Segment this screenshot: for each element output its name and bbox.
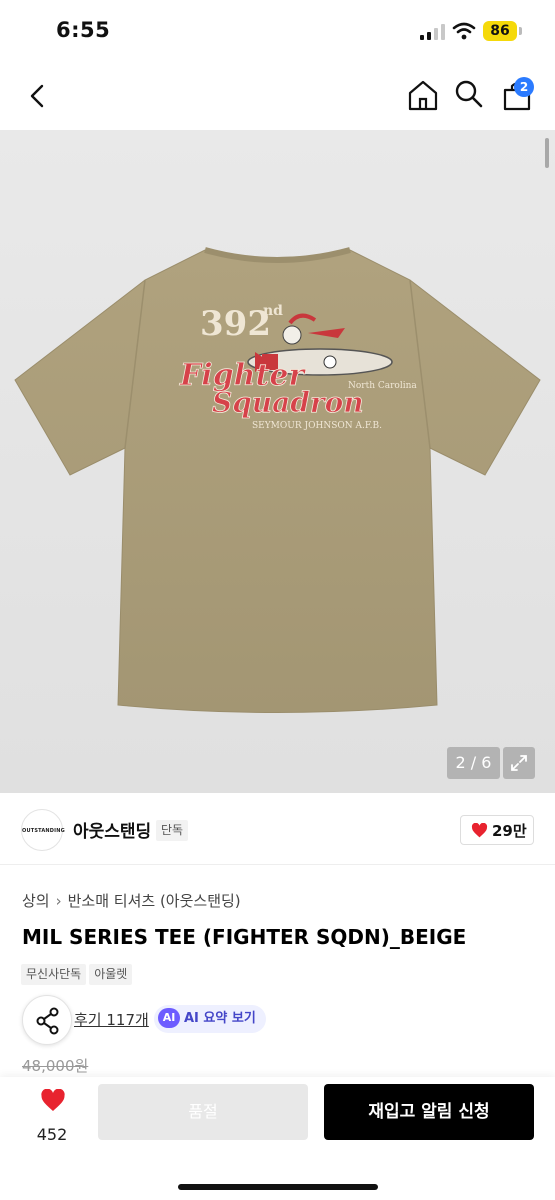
share-icon [36, 1007, 59, 1035]
print-line2: Squadron [212, 386, 364, 419]
brand-like-count: 29만 [492, 822, 527, 840]
tag-exclusive: 무신사단독 [21, 964, 87, 985]
wifi-icon [452, 22, 476, 40]
product-image: 392 nd Fighter Squadron North Carolina S… [14, 247, 541, 713]
original-price: 48,000원 [22, 1057, 89, 1075]
print-base: SEYMOUR JOHNSON A.F.B. [252, 421, 382, 431]
ai-summary-button[interactable]: AI AI 요약 보기 [154, 1005, 266, 1033]
expand-image-button[interactable] [503, 747, 535, 779]
breadcrumb-subcategory[interactable]: 반소매 티셔츠 (아웃스탠딩) [68, 892, 241, 910]
breadcrumb-category[interactable]: 상의 [22, 892, 50, 910]
status-time: 6:55 [56, 18, 111, 42]
wishlist-button[interactable]: 452 [22, 1087, 82, 1147]
home-indicator [178, 1184, 378, 1190]
heart-icon [471, 823, 488, 838]
brand-logo[interactable]: OUTSTANDING [21, 809, 65, 851]
status-bar: 6:55 86 [0, 0, 555, 62]
print-suffix: nd [263, 303, 283, 319]
back-icon[interactable] [22, 80, 52, 112]
signal-icon [420, 24, 445, 40]
wishlist-count: 452 [36, 1125, 68, 1144]
brand-row[interactable]: OUTSTANDING 아웃스탠딩 단독 29만 [0, 793, 555, 865]
home-icon[interactable] [406, 78, 440, 112]
brand-exclusive-tag: 단독 [156, 820, 189, 841]
cart-count-badge: 2 [514, 77, 534, 97]
product-tags: 무신사단독 아울렛 [21, 963, 135, 985]
heart-icon [41, 1089, 65, 1111]
search-icon[interactable] [453, 78, 485, 110]
product-image-gallery[interactable]: 392 nd Fighter Squadron North Carolina S… [0, 130, 555, 793]
expand-icon [511, 755, 527, 771]
ai-badge-icon: AI [158, 1007, 180, 1028]
bottom-action-bar: 452 품절 재입고 알림 신청 [0, 1077, 555, 1200]
ai-summary-label: AI 요약 보기 [184, 1011, 256, 1026]
print-location: North Carolina [348, 381, 417, 391]
soldout-button: 품절 [98, 1084, 308, 1140]
battery-indicator: 86 [483, 21, 517, 41]
share-button[interactable] [22, 995, 72, 1045]
chevron-right-icon: › [55, 892, 62, 910]
brand-like-button[interactable]: 29만 [460, 815, 534, 845]
breadcrumb: 상의 › 반소매 티셔츠 (아웃스탠딩) [22, 890, 241, 911]
image-counter: 2 / 6 [447, 747, 500, 779]
tag-outlet: 아울렛 [89, 964, 133, 985]
product-title: MIL SERIES TEE (FIGHTER SQDN)_BEIGE [22, 925, 467, 949]
review-link[interactable]: 후기 117개 [74, 1009, 149, 1030]
nav-bar [0, 62, 555, 130]
product-page: 6:55 86 2 392 nd Fighter Squadron North … [0, 0, 555, 1200]
print-number: 392 [200, 304, 271, 344]
brand-name[interactable]: 아웃스탠딩 [73, 817, 151, 842]
restock-alert-button[interactable]: 재입고 알림 신청 [324, 1084, 534, 1140]
battery-tip [519, 27, 522, 35]
